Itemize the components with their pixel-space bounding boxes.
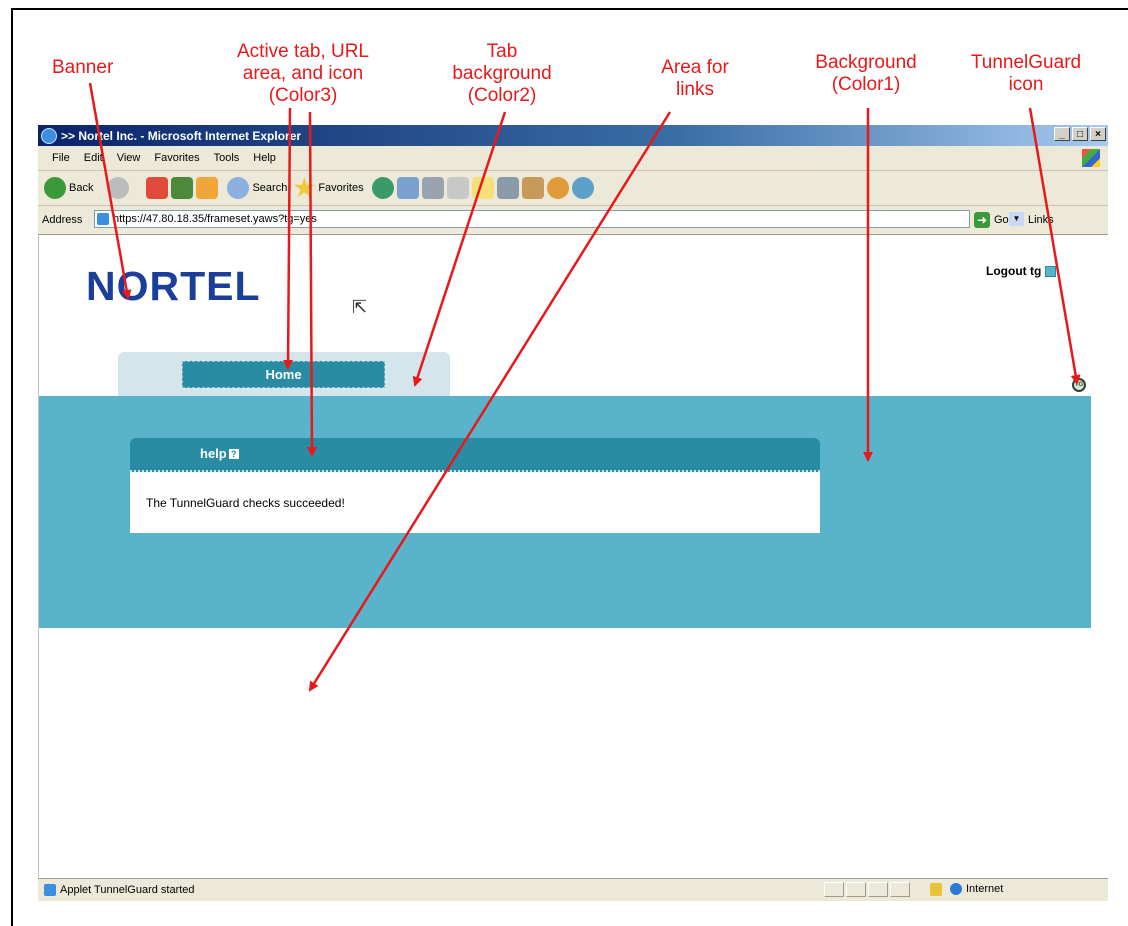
- back-arrow-icon: [44, 177, 66, 199]
- favorites-label: Favorites: [318, 182, 364, 194]
- status-bar: Applet TunnelGuard started Internet: [38, 878, 1108, 901]
- go-arrow-icon: ➜: [974, 212, 990, 228]
- links-button[interactable]: Links: [1028, 214, 1054, 226]
- mail-icon[interactable]: [396, 177, 419, 199]
- annotation-banner: Banner: [52, 57, 114, 78]
- status-text: Applet TunnelGuard started: [44, 884, 195, 896]
- search-label: Search: [252, 182, 288, 194]
- media-icon[interactable]: [546, 177, 569, 199]
- annotation-active-tab: Active tab, URL area, and icon (Color3): [237, 41, 369, 106]
- url-text: https://47.80.18.35/frameset.yaws?tg=yes: [113, 213, 317, 225]
- status-cell: [846, 882, 866, 897]
- menu-view[interactable]: View: [117, 152, 141, 164]
- logout-link[interactable]: Logout tg: [986, 264, 1057, 278]
- go-button[interactable]: ➜ Go: [974, 212, 1009, 228]
- annotation-tab-background: Tab background (Color2): [452, 41, 552, 106]
- annotation-background: Background (Color1): [815, 52, 917, 95]
- messenger-icon[interactable]: [496, 177, 519, 199]
- status-cell: [890, 882, 910, 897]
- back-button[interactable]: Back: [44, 177, 93, 199]
- menu-tools[interactable]: Tools: [214, 152, 240, 164]
- menu-edit[interactable]: Edit: [84, 152, 103, 164]
- status-cell: [868, 882, 888, 897]
- windows-logo-icon: [1082, 149, 1100, 167]
- logout-label: Logout tg: [986, 264, 1042, 278]
- edit-icon[interactable]: [446, 177, 469, 199]
- applet-icon: [44, 884, 56, 896]
- minimize-button[interactable]: _: [1054, 127, 1070, 141]
- help-label: help: [200, 446, 227, 461]
- tab-home[interactable]: Home: [182, 361, 385, 388]
- close-button[interactable]: ×: [1090, 127, 1106, 141]
- nortel-logo: NORTEL: [86, 263, 261, 309]
- logout-icon: [1045, 265, 1057, 277]
- ie-icon: [41, 127, 57, 144]
- stop-icon[interactable]: [146, 177, 169, 199]
- status-cell: [824, 882, 844, 897]
- window-title: >> Nortel Inc. - Microsoft Internet Expl…: [61, 128, 302, 143]
- status-label: Applet TunnelGuard started: [60, 884, 195, 896]
- research-icon[interactable]: [521, 177, 544, 199]
- page-icon: [97, 213, 109, 225]
- maximize-button[interactable]: □: [1072, 127, 1088, 141]
- status-message: The TunnelGuard checks succeeded!: [146, 496, 345, 510]
- print-icon[interactable]: [421, 177, 444, 199]
- address-dropdown-icon[interactable]: ▼: [1009, 212, 1024, 226]
- lock-icon: [930, 883, 942, 896]
- address-bar: Address https://47.80.18.35/frameset.yaw…: [38, 206, 1108, 235]
- menu-favorites[interactable]: Favorites: [154, 152, 199, 164]
- refresh-icon[interactable]: [171, 177, 194, 199]
- globe-icon: [950, 883, 962, 895]
- go-label: Go: [994, 214, 1009, 226]
- back-label: Back: [69, 182, 94, 194]
- favorites-button[interactable]: Favorites: [293, 177, 364, 199]
- help-panel-header: help ?: [130, 438, 820, 472]
- search-button[interactable]: Search: [227, 177, 287, 199]
- menu-file[interactable]: File: [52, 152, 70, 164]
- mouse-cursor-icon: ⇱: [352, 297, 368, 317]
- annotation-area-for-links: Area for links: [661, 57, 729, 100]
- window-title-bar[interactable]: >> Nortel Inc. - Microsoft Internet Expl…: [38, 125, 1108, 146]
- contacts-icon[interactable]: [571, 177, 594, 199]
- star-icon: [293, 177, 315, 198]
- menu-bar: File Edit View Favorites Tools Help: [38, 146, 1108, 171]
- zone-label: Internet: [966, 883, 1004, 895]
- search-icon: [227, 177, 250, 199]
- address-label: Address: [42, 214, 83, 226]
- url-input[interactable]: https://47.80.18.35/frameset.yaws?tg=yes…: [94, 210, 1024, 228]
- history-icon[interactable]: [371, 177, 394, 199]
- home-icon[interactable]: [196, 177, 219, 199]
- annotation-tunnelguard-icon: TunnelGuard icon: [970, 52, 1082, 95]
- help-panel-body: The TunnelGuard checks succeeded!: [130, 472, 820, 533]
- tunnelguard-icon[interactable]: TG: [1072, 378, 1086, 392]
- internet-zone: Internet: [950, 883, 1003, 895]
- forward-arrow-icon[interactable]: [107, 177, 130, 199]
- browser-toolbar: Back Search Favorites: [38, 171, 1108, 206]
- menu-help[interactable]: Help: [253, 152, 276, 164]
- note-icon[interactable]: [471, 177, 494, 199]
- help-question-icon: ?: [228, 448, 239, 459]
- help-link[interactable]: help ?: [200, 446, 239, 461]
